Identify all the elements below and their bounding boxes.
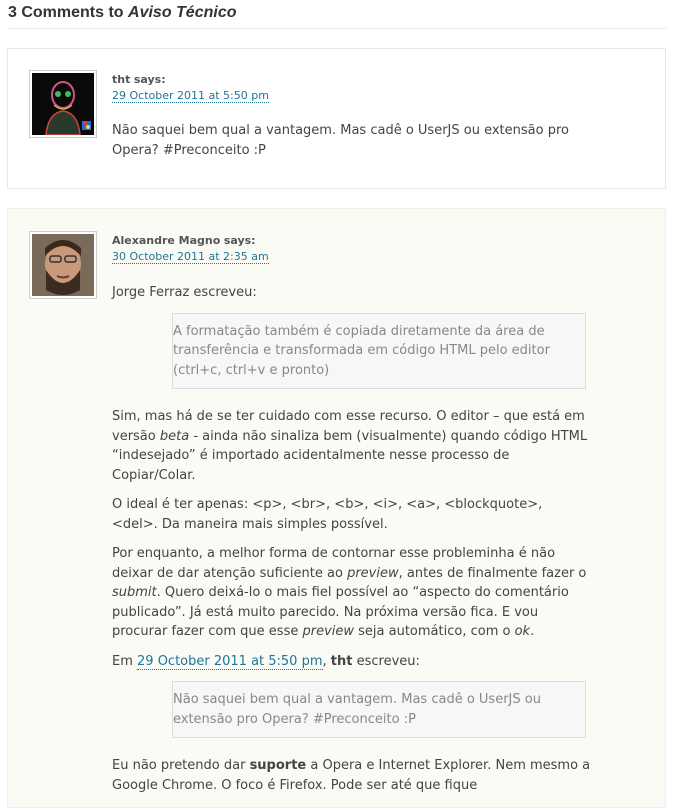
comment-text: Não saquei bem qual a vantagem. Mas cadê… [112, 123, 569, 158]
paragraph: Sim, mas há de se ter cuidado com esse r… [112, 409, 588, 483]
comment-author: Alexandre Magno [112, 234, 221, 247]
says-label: says: [133, 73, 166, 86]
says-label: says: [223, 234, 256, 247]
comment-meta: tht says: 29 October 2011 at 5:50 pm [112, 73, 269, 103]
cited-comment-link[interactable]: 29 October 2011 at 5:50 pm [137, 653, 323, 670]
cited-author: tht [330, 653, 353, 669]
comment-author: tht [112, 73, 131, 86]
avatar [29, 70, 97, 138]
blockquote-text: A formatação também é copiada diretament… [173, 323, 550, 378]
avatar-image [32, 73, 94, 135]
paragraph: Eu não pretendo dar suporte a Opera e In… [112, 758, 591, 793]
comments-count: 3 Comments to [8, 4, 129, 21]
avatar [29, 231, 97, 299]
quote-citation: Em 29 October 2011 at 5:50 pm, tht escre… [112, 653, 420, 670]
comment-body: Jorge Ferraz escreveu: A formatação tamb… [112, 283, 592, 805]
comment-date-link[interactable]: 30 October 2011 at 2:35 am [112, 250, 269, 264]
blockquote-text: Não saquei bem qual a vantagem. Mas cadê… [173, 692, 541, 727]
post-title: Aviso Técnico [128, 4, 237, 21]
blockquote: Não saquei bem qual a vantagem. Mas cadê… [172, 681, 586, 738]
comment-1: tht says: 29 October 2011 at 5:50 pm Não… [7, 48, 666, 189]
blockquote: A formatação também é copiada diretament… [172, 312, 586, 389]
comment-meta: Alexandre Magno says: 30 October 2011 at… [112, 234, 269, 264]
comment-date-link[interactable]: 29 October 2011 at 5:50 pm [112, 89, 269, 103]
paragraph: Por enquanto, a melhor forma de contorna… [112, 546, 587, 639]
comments-heading: 3 Comments to Aviso Técnico [8, 4, 668, 29]
quote-intro: Jorge Ferraz escreveu: [112, 285, 257, 300]
avatar-image [32, 234, 94, 296]
paragraph: O ideal é ter apenas: <p>, <br>, <b>, <i… [112, 497, 543, 532]
comment-2: Alexandre Magno says: 30 October 2011 at… [7, 208, 666, 808]
comment-body: Não saquei bem qual a vantagem. Mas cadê… [112, 121, 592, 170]
